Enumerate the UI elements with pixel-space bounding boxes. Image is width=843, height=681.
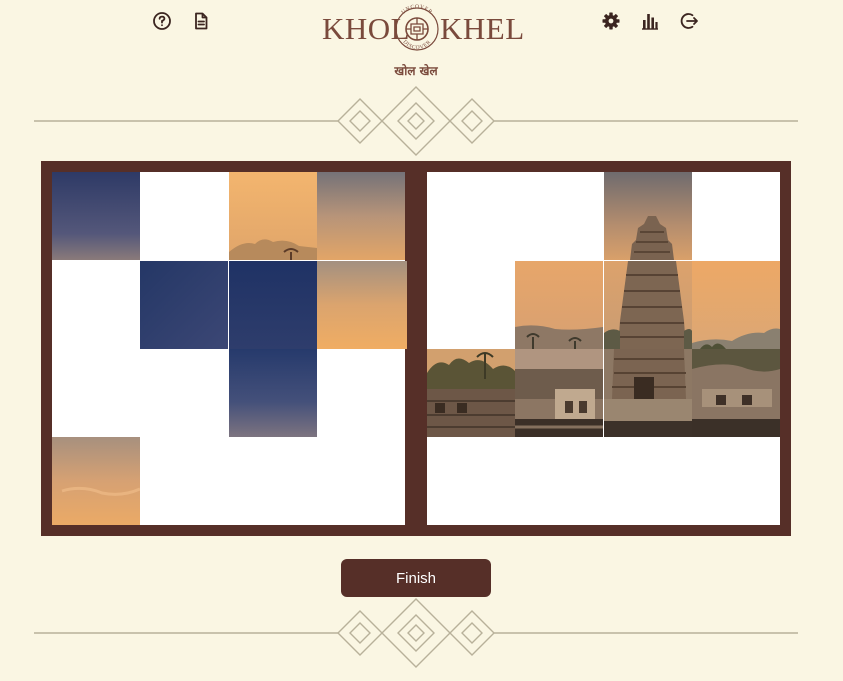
logo-subtitle: खोल खेल (394, 64, 438, 78)
stats-icon[interactable] (639, 10, 661, 32)
puzzle-tile[interactable] (692, 261, 780, 349)
logo-arc-top: UNCOVER (401, 4, 433, 16)
puzzle-tile[interactable] (515, 349, 603, 437)
top-ornament-divider (34, 86, 798, 156)
logo-word-right: KHEL (440, 11, 525, 46)
puzzle-tile[interactable] (692, 349, 780, 437)
puzzle-tile[interactable] (52, 437, 140, 525)
puzzle-tile[interactable] (515, 261, 603, 349)
svg-text:DISCOVER: DISCOVER (402, 39, 433, 51)
khol-khel-logo: KHOL KHEL UNCOVER DISCOVER खोल खेल (318, 2, 524, 78)
puzzle-tile[interactable] (317, 261, 407, 349)
puzzle-tile[interactable] (604, 261, 692, 349)
target-grid (427, 172, 780, 525)
bottom-ornament-divider (34, 598, 798, 668)
puzzle-tile[interactable] (229, 172, 317, 260)
svg-text:UNCOVER: UNCOVER (401, 4, 434, 16)
logo-arc-bottom: DISCOVER (402, 39, 432, 51)
puzzle-tile[interactable] (604, 349, 692, 437)
puzzle-tile[interactable] (52, 172, 140, 260)
puzzle-tile[interactable] (229, 349, 317, 437)
help-icon[interactable] (151, 10, 173, 32)
puzzle-tile[interactable] (229, 261, 317, 349)
tile-pool-grid (52, 172, 407, 525)
puzzle-tile[interactable] (427, 349, 515, 437)
puzzle-tile[interactable] (317, 172, 405, 260)
document-icon[interactable] (190, 10, 212, 32)
logout-icon[interactable] (678, 10, 700, 32)
finish-button[interactable]: Finish (341, 559, 491, 597)
puzzle-tile[interactable] (140, 261, 228, 349)
puzzle-tile[interactable] (604, 172, 692, 260)
puzzle-board (41, 161, 791, 536)
logo-emblem-icon: UNCOVER DISCOVER (395, 4, 439, 51)
settings-icon[interactable] (600, 10, 622, 32)
